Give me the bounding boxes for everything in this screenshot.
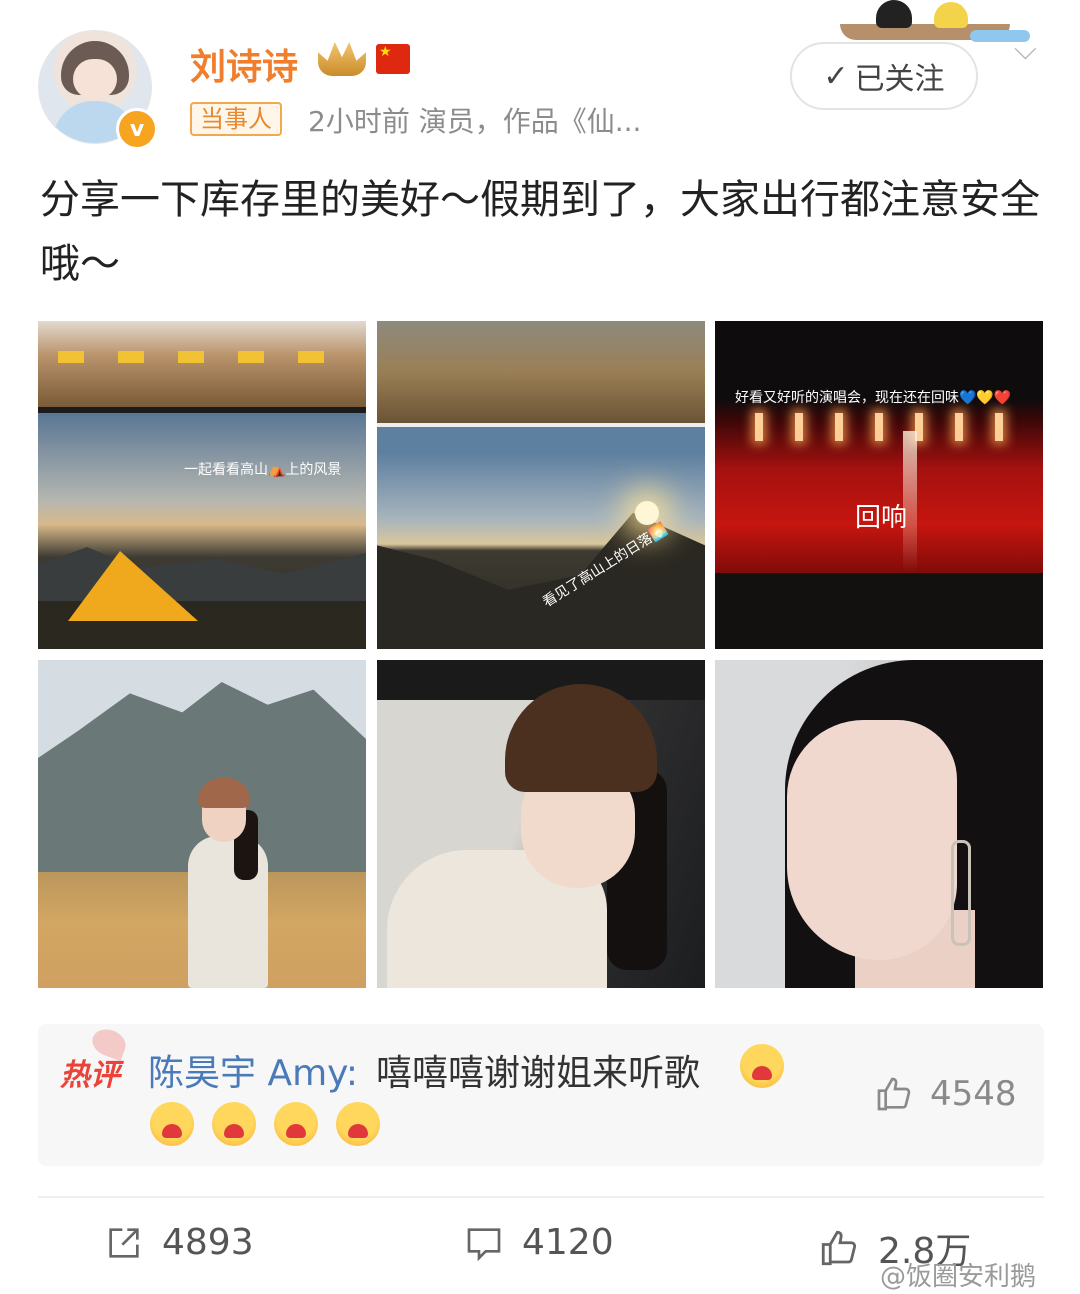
china-flag-icon: ★: [376, 44, 410, 74]
comment-icon: [467, 1227, 501, 1261]
portrait-face: [787, 720, 957, 960]
weibo-post-page: v 刘诗诗 ★ 当事人 2小时前 演员，作品《仙... ✓ 已关注 ⌵ 分享一下…: [0, 0, 1080, 1294]
earring: [951, 840, 971, 946]
divider: [38, 1196, 1044, 1198]
barrier-block: [178, 351, 204, 363]
image-grid: 一起看看高山⛺上的风景 看见了高山上的日落🌅 回响 好看又好听的演唱会，现在还在…: [38, 321, 1044, 988]
avatar-face: [73, 59, 117, 99]
crown-badge-icon[interactable]: [318, 42, 366, 76]
mountain-ridge: [38, 547, 366, 601]
stage-light: [755, 413, 763, 441]
participant-tag: 当事人: [190, 102, 282, 136]
penguin-black-shape: [876, 0, 912, 28]
barrier-block: [118, 351, 144, 363]
repost-button[interactable]: 4893: [104, 1222, 254, 1263]
hug-emoji-icon: [274, 1102, 318, 1146]
author-name: 陈昊宇 Amy: [148, 1053, 346, 1094]
check-icon: ✓: [823, 58, 849, 94]
author-separator: :: [345, 1053, 358, 1094]
hug-emoji-icon: [150, 1102, 194, 1146]
post-text: 分享一下库存里的美好～假期到了，大家出行都注意安全哦～: [40, 177, 1040, 287]
post-meta: 2小时前 演员，作品《仙...: [308, 105, 642, 138]
verified-badge-icon: v: [116, 108, 158, 150]
comment-button[interactable]: 4120: [464, 1222, 614, 1263]
penguin-decoration-icon: [840, 0, 1030, 44]
hot-comment-author[interactable]: 陈昊宇 Amy:: [148, 1044, 358, 1096]
beanie-hat: [505, 684, 657, 792]
image-girl-in-field[interactable]: [38, 660, 366, 988]
hot-comment-label: 热评: [60, 1058, 120, 1093]
comment-count: 4120: [522, 1222, 614, 1263]
stage-light: [835, 413, 843, 441]
thumbs-up-icon: [877, 1077, 911, 1111]
repost-count: 4893: [162, 1222, 254, 1263]
chevron-down-icon[interactable]: ⌵: [1014, 35, 1044, 65]
thumbs-up-icon: [821, 1230, 857, 1266]
image-caption: 好看又好听的演唱会，现在还在回味💙💛❤️: [735, 390, 1012, 406]
penguin-yellow-shape: [934, 2, 968, 28]
barrier-block: [298, 351, 324, 363]
username[interactable]: 刘诗诗: [190, 38, 298, 90]
follow-button[interactable]: ✓ 已关注: [790, 42, 978, 110]
image-concert-stage[interactable]: 回响 好看又好听的演唱会，现在还在回味💙💛❤️: [715, 321, 1043, 649]
image-portrait-earring[interactable]: [715, 660, 1043, 988]
image-top-panel: [38, 321, 366, 407]
hot-comment-like-count: 4548: [930, 1074, 1017, 1114]
stage-title: 回响: [855, 503, 908, 533]
follow-label: 已关注: [854, 62, 945, 97]
stage-light: [875, 413, 883, 441]
hug-emoji-icon: [740, 1044, 784, 1088]
barrier-block: [238, 351, 264, 363]
image-divider: [38, 407, 366, 413]
hot-comment-like[interactable]: 4548: [874, 1074, 1017, 1114]
image-girl-beanie-car[interactable]: [377, 660, 705, 988]
hug-emoji-icon: [212, 1102, 256, 1146]
image-caption: 一起看看高山⛺上的风景: [184, 462, 342, 478]
hug-emoji-icon: [336, 1102, 380, 1146]
stage-floor: [715, 573, 1043, 649]
watermark: @饭圈安利鹅: [880, 1262, 1037, 1292]
stage-light: [955, 413, 963, 441]
stage-light: [795, 413, 803, 441]
image-tent-landscape[interactable]: 一起看看高山⛺上的风景: [38, 321, 366, 649]
hot-comment[interactable]: 热评 陈昊宇 Amy: 嘻嘻嘻谢谢姐来听歌 4548: [38, 1024, 1044, 1166]
repost-icon: [109, 1227, 139, 1258]
image-divider: [377, 423, 705, 427]
image-top-panel: [377, 321, 705, 423]
hot-comment-text: 嘻嘻嘻谢谢姐来听歌: [376, 1053, 701, 1094]
barrier-block: [58, 351, 84, 363]
image-sunset-mountain[interactable]: 看见了高山上的日落🌅: [377, 321, 705, 649]
stage-light: [995, 413, 1003, 441]
